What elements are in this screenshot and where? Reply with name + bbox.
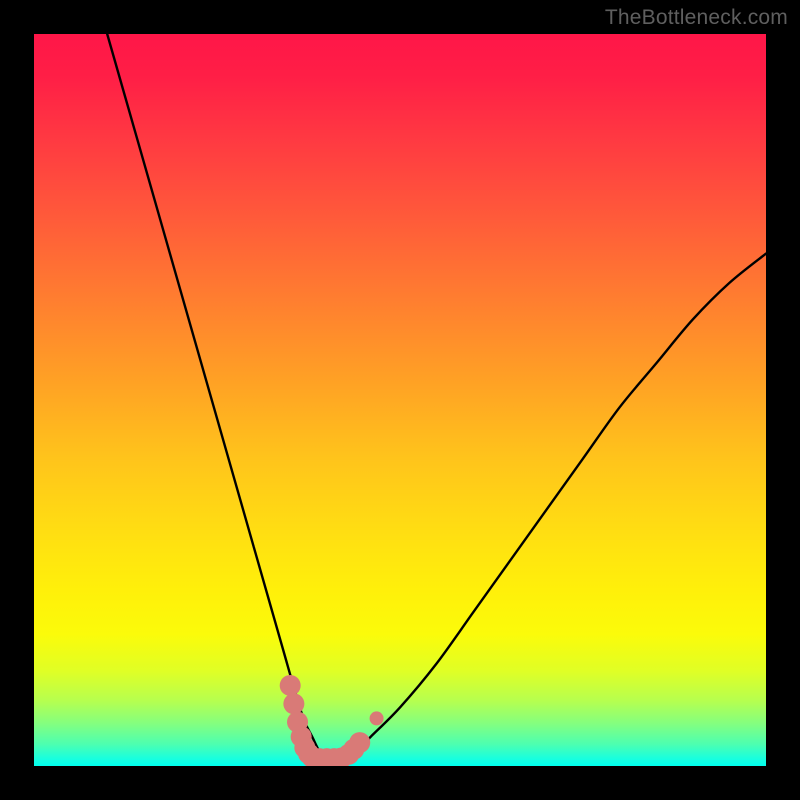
chart-frame: TheBottleneck.com (0, 0, 800, 800)
plot-area (34, 34, 766, 766)
marker-dot (349, 732, 370, 753)
marker-dot (283, 693, 304, 714)
bottleneck-curve (107, 34, 766, 760)
watermark-text: TheBottleneck.com (605, 6, 788, 30)
curve-markers (280, 675, 384, 766)
curve-svg (34, 34, 766, 766)
marker-dot (370, 711, 384, 725)
marker-dot (280, 675, 301, 696)
